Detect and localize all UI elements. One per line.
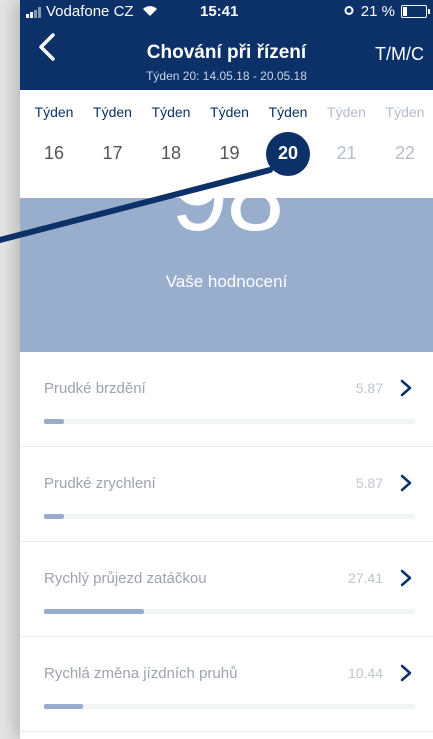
metric-row-hard-braking[interactable]: Prudké brzdění 5.87 <box>20 352 433 447</box>
metric-value: 5.87 <box>355 380 383 396</box>
week-label: Týden <box>268 104 308 120</box>
week-label: Týden <box>210 104 249 120</box>
wifi-icon <box>142 4 158 20</box>
signal-icon <box>26 6 41 18</box>
metric-name: Rychlý průjezd zatáčkou <box>44 570 207 587</box>
score-label: Vaše hodnocení <box>165 272 288 291</box>
week-label: Týden <box>93 104 132 120</box>
week-tab-20[interactable]: Týden 20 <box>264 104 312 184</box>
metric-bar-track <box>44 609 415 614</box>
metric-row-lane-change[interactable]: Rychlá změna jízdních pruhů 10.44 <box>20 637 433 732</box>
page-title: Chování při řízení <box>146 42 307 63</box>
units-toggle-button[interactable]: T/M/C <box>375 44 424 65</box>
week-number: 22 <box>394 143 416 163</box>
chevron-right-icon <box>400 664 412 682</box>
nav-bar: Chování při řízení Týden 20: 14.05.18 - … <box>20 22 433 90</box>
metric-value: 5.87 <box>355 475 383 491</box>
week-tab-22: Týden 22 <box>381 104 429 184</box>
metric-bar-fill <box>44 609 145 614</box>
week-number: 16 <box>43 143 65 163</box>
week-number: 18 <box>160 143 182 163</box>
chevron-right-icon <box>400 474 412 492</box>
week-tab-16[interactable]: Týden 16 <box>30 104 78 184</box>
week-label: Týden <box>327 104 366 120</box>
week-selector: Týden 16 Týden 17 Týden 18 Týden 19 Týde… <box>20 104 433 184</box>
week-label: Týden <box>151 104 191 120</box>
metric-bar-track <box>44 704 415 709</box>
metric-value: 27.41 <box>347 570 383 586</box>
week-label: Týden <box>385 104 425 120</box>
chevron-right-icon <box>400 569 412 587</box>
score-value: 98 <box>20 198 433 255</box>
metric-value: 10.44 <box>347 665 383 681</box>
battery-percent: 21 % <box>360 3 395 20</box>
week-label: Týden <box>34 104 74 120</box>
metric-bar-fill <box>44 704 83 709</box>
week-number: 17 <box>102 143 123 163</box>
week-number: 19 <box>219 143 240 163</box>
week-number: 20 <box>277 143 299 163</box>
week-tab-21: Týden 21 <box>323 104 371 184</box>
metrics-list: Prudké brzdění 5.87 Prudké zrychlení 5.8… <box>20 352 433 732</box>
metric-row-hard-acceleration[interactable]: Prudké zrychlení 5.87 <box>20 447 433 542</box>
metric-name: Prudké zrychlení <box>44 475 156 492</box>
carrier-name: Vodafone CZ <box>46 3 134 20</box>
metric-bar-track <box>44 419 415 424</box>
metric-bar-fill <box>44 419 65 424</box>
week-tab-19[interactable]: Týden 19 <box>206 104 254 184</box>
alarm-icon <box>343 3 355 20</box>
score-panel: 98 Vaše hodnocení <box>20 198 433 352</box>
status-right: 21 % <box>343 3 430 20</box>
metric-row-fast-cornering[interactable]: Rychlý průjezd zatáčkou 27.41 <box>20 542 433 637</box>
week-tab-17[interactable]: Týden 17 <box>89 104 137 184</box>
status-time: 15:41 <box>200 3 239 20</box>
status-left: Vodafone CZ <box>26 3 158 20</box>
week-number: 21 <box>336 143 357 163</box>
week-tab-18[interactable]: Týden 18 <box>147 104 195 184</box>
battery-icon <box>401 5 430 18</box>
page-subtitle: Týden 20: 14.05.18 - 20.05.18 <box>146 69 307 83</box>
chevron-right-icon <box>400 379 412 397</box>
metric-bar-track <box>44 514 415 519</box>
metric-name: Prudké brzdění <box>44 380 146 397</box>
metric-name: Rychlá změna jízdních pruhů <box>44 665 238 682</box>
metric-bar-fill <box>44 514 65 519</box>
status-bar: Vodafone CZ 15:41 21 % <box>20 0 433 22</box>
phone-screen: Vodafone CZ 15:41 21 % Chování při řízen… <box>20 0 433 739</box>
